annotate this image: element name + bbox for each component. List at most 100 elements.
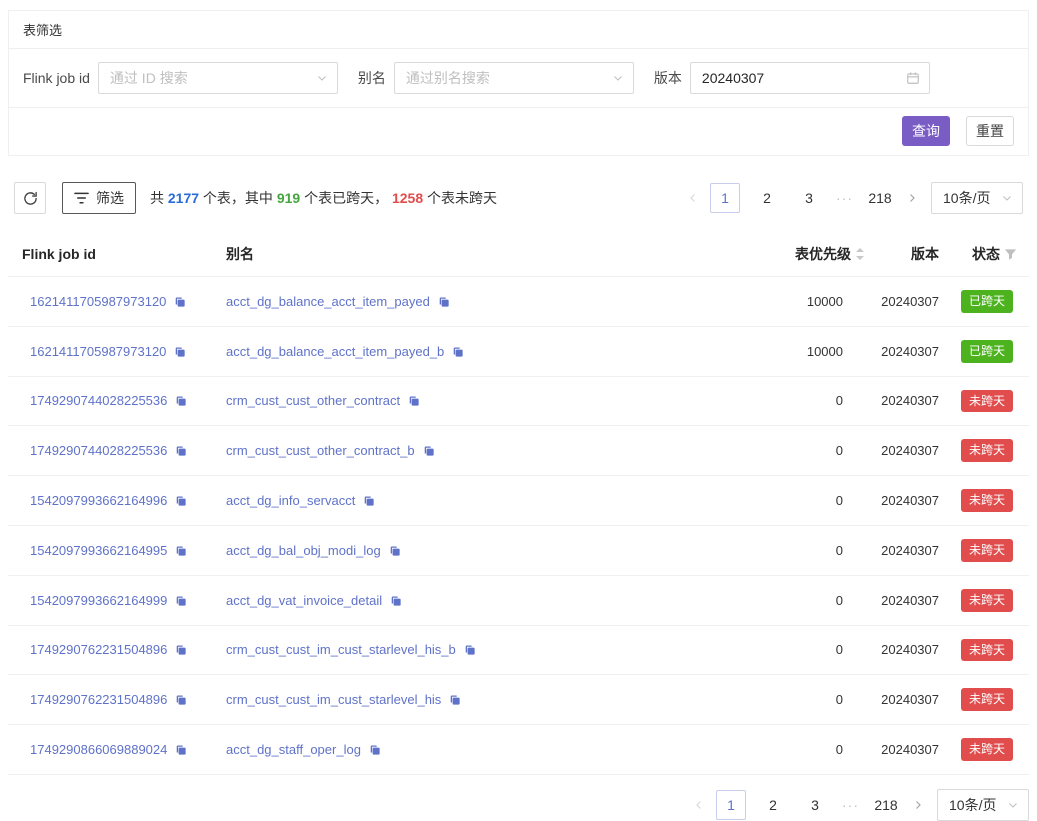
page-size-select[interactable]: 10条/页	[931, 182, 1023, 214]
query-button[interactable]: 查询	[902, 116, 950, 146]
reset-button[interactable]: 重置	[966, 116, 1014, 146]
copy-id-button[interactable]	[174, 444, 187, 457]
copy-id-button[interactable]	[173, 345, 186, 358]
alias-link[interactable]: acct_dg_balance_acct_item_payed_b	[226, 344, 444, 359]
page-size-select[interactable]: 10条/页	[937, 789, 1029, 821]
copy-alias-button[interactable]	[368, 743, 381, 756]
prev-page-button[interactable]	[682, 182, 704, 214]
calendar-icon	[906, 71, 920, 85]
table-row: 1542097993662164996 acct_dg_info_servacc…	[8, 476, 1029, 526]
copy-alias-button[interactable]	[362, 494, 375, 507]
copy-alias-button[interactable]	[389, 594, 402, 607]
flink-job-id-link[interactable]: 1749290762231504896	[30, 642, 167, 657]
column-filter-icon[interactable]	[1004, 248, 1017, 261]
table-row: 1542097993662164999 acct_dg_vat_invoice_…	[8, 575, 1029, 625]
copy-id-button[interactable]	[174, 643, 187, 656]
alias-link[interactable]: crm_cust_cust_im_cust_starlevel_his	[226, 692, 441, 707]
alias-link[interactable]: acct_dg_info_servacct	[226, 493, 355, 508]
flink-job-id-link[interactable]: 1542097993662164999	[30, 593, 167, 608]
copy-id-button[interactable]	[174, 693, 187, 706]
flink-job-id-link[interactable]: 1542097993662164995	[30, 543, 167, 558]
sort-icon[interactable]	[855, 247, 865, 261]
alias-cell: crm_cust_cust_im_cust_starlevel_his	[218, 675, 638, 725]
bottom-bar: 1 2 3 ··· 218 10条/页	[8, 789, 1029, 821]
alias-link[interactable]: crm_cust_cust_im_cust_starlevel_his_b	[226, 642, 456, 657]
alias-link[interactable]: crm_cust_cust_other_contract_b	[226, 443, 415, 458]
filter-card-header: 表筛选	[9, 11, 1028, 49]
page-button-2[interactable]: 2	[758, 790, 788, 820]
copy-alias-button[interactable]	[422, 444, 435, 457]
flink-job-id-link[interactable]: 1749290866069889024	[30, 742, 167, 757]
copy-icon	[174, 544, 187, 557]
copy-icon	[173, 295, 186, 308]
status-badge: 已跨天	[961, 340, 1013, 363]
alias-link[interactable]: acct_dg_vat_invoice_detail	[226, 593, 382, 608]
filter-card: 表筛选 Flink job id 通过 ID 搜索 别名 通过别名搜索	[8, 10, 1029, 156]
copy-id-button[interactable]	[174, 494, 187, 507]
summary-prefix: 共	[150, 190, 168, 206]
next-page-button[interactable]	[907, 789, 929, 821]
copy-icon	[463, 643, 476, 656]
page-button-3[interactable]: 3	[800, 790, 830, 820]
copy-id-button[interactable]	[174, 394, 187, 407]
flink-job-id-cell: 1749290744028225536	[8, 376, 218, 426]
alias-cell: acct_dg_info_servacct	[218, 476, 638, 526]
alias-link[interactable]: acct_dg_bal_obj_modi_log	[226, 543, 381, 558]
priority-cell: 10000	[638, 326, 873, 376]
flink-job-id-select[interactable]: 通过 ID 搜索	[98, 62, 338, 94]
table-row: 1749290744028225536 crm_cust_cust_other_…	[8, 376, 1029, 426]
pagination-bottom: 1 2 3 ··· 218 10条/页	[688, 789, 1029, 821]
flink-job-id-link[interactable]: 1749290744028225536	[30, 443, 167, 458]
copy-alias-button[interactable]	[448, 693, 461, 706]
chevron-right-icon	[906, 192, 918, 204]
version-cell: 20240307	[873, 277, 945, 327]
copy-alias-button[interactable]	[437, 295, 450, 308]
page-button-218[interactable]: 218	[865, 183, 895, 213]
copy-icon	[174, 394, 187, 407]
alias-cell: acct_dg_balance_acct_item_payed	[218, 277, 638, 327]
summary-mid2: 个表已跨天，	[300, 190, 392, 206]
col-header-priority[interactable]: 表优先级	[638, 232, 873, 277]
prev-page-button[interactable]	[688, 789, 710, 821]
status-badge: 未跨天	[961, 489, 1013, 512]
page-button-1[interactable]: 1	[716, 790, 746, 820]
alias-link[interactable]: acct_dg_staff_oper_log	[226, 742, 361, 757]
flink-job-id-cell: 1542097993662164999	[8, 575, 218, 625]
flink-job-id-link[interactable]: 1749290762231504896	[30, 692, 167, 707]
version-date-input[interactable]: 20240307	[690, 62, 930, 94]
refresh-button[interactable]	[14, 182, 46, 214]
page-button-1[interactable]: 1	[710, 183, 740, 213]
flink-job-id-link[interactable]: 1621411705987973120	[30, 344, 166, 359]
col-header-status[interactable]: 状态	[945, 232, 1029, 277]
alias-link[interactable]: acct_dg_balance_acct_item_payed	[226, 294, 430, 309]
copy-id-button[interactable]	[174, 743, 187, 756]
copy-alias-button[interactable]	[463, 643, 476, 656]
version-cell: 20240307	[873, 426, 945, 476]
page-ellipsis[interactable]: ···	[836, 190, 853, 206]
status-badge: 未跨天	[961, 589, 1013, 612]
copy-alias-button[interactable]	[407, 394, 420, 407]
copy-alias-button[interactable]	[388, 544, 401, 557]
not-crossed-count: 1258	[392, 190, 423, 206]
alias-select[interactable]: 通过别名搜索	[394, 62, 634, 94]
page-button-218[interactable]: 218	[871, 790, 901, 820]
next-page-button[interactable]	[901, 182, 923, 214]
flink-job-id-cell: 1542097993662164996	[8, 476, 218, 526]
copy-id-button[interactable]	[174, 544, 187, 557]
version-cell: 20240307	[873, 476, 945, 526]
version-cell: 20240307	[873, 326, 945, 376]
flink-job-id-link[interactable]: 1621411705987973120	[30, 294, 166, 309]
flink-job-id-link[interactable]: 1542097993662164996	[30, 493, 167, 508]
filter-toggle-button[interactable]: 筛选	[62, 182, 136, 214]
copy-id-button[interactable]	[173, 295, 186, 308]
copy-icon	[389, 594, 402, 607]
col-header-priority-label: 表优先级	[795, 244, 851, 264]
flink-job-id-link[interactable]: 1749290744028225536	[30, 393, 167, 408]
page-ellipsis[interactable]: ···	[842, 797, 859, 813]
page-button-2[interactable]: 2	[752, 183, 782, 213]
copy-id-button[interactable]	[174, 594, 187, 607]
copy-alias-button[interactable]	[451, 345, 464, 358]
page-button-3[interactable]: 3	[794, 183, 824, 213]
alias-link[interactable]: crm_cust_cust_other_contract	[226, 393, 400, 408]
copy-icon	[388, 544, 401, 557]
